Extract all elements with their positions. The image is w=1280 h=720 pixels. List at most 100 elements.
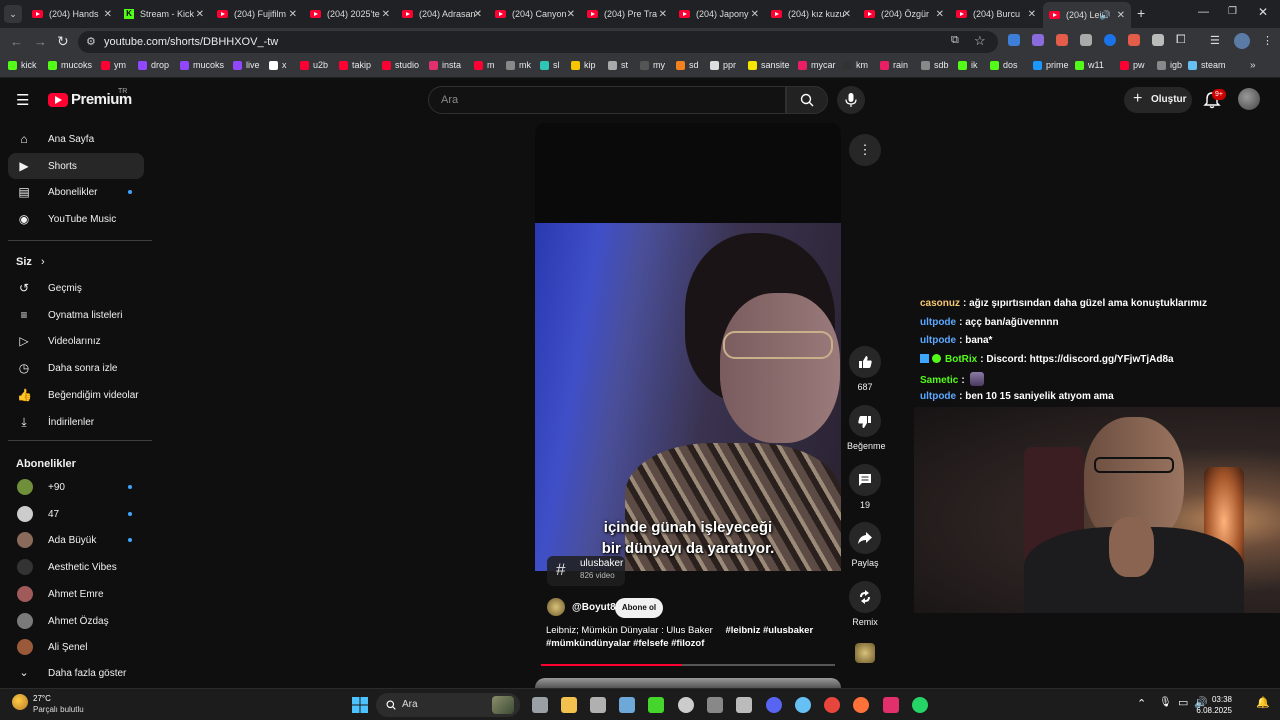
sidebar-item[interactable]: Aesthetic Vibes — [8, 554, 144, 580]
close-tab-icon[interactable]: ✕ — [104, 9, 112, 20]
bookmark-item[interactable]: rain — [880, 60, 908, 70]
browser-tab[interactable]: K Stream - Kick ✕ — [118, 4, 210, 24]
browser-tab[interactable]: (204) Lei 🔊 ✕ — [1043, 2, 1131, 28]
close-tab-icon[interactable]: ✕ — [567, 9, 575, 20]
sidebar-item[interactable]: ▤ Abonelikler — [8, 179, 144, 205]
video-progress-bar[interactable] — [541, 664, 835, 666]
chrome-icon[interactable] — [824, 697, 840, 713]
extension-icon[interactable] — [1008, 34, 1020, 46]
profile-avatar[interactable] — [1234, 33, 1250, 49]
close-tab-icon[interactable]: ✕ — [382, 9, 390, 20]
extension-icon[interactable] — [1056, 34, 1068, 46]
forward-icon[interactable]: → — [34, 34, 47, 49]
file-explorer-icon[interactable] — [561, 697, 577, 713]
bookmark-item[interactable]: prime — [1033, 60, 1069, 70]
back-icon[interactable]: ← — [10, 34, 23, 49]
guide-menu-icon[interactable]: ☰ — [16, 91, 29, 109]
browser-tab[interactable]: (204) 2025'te ✕ — [304, 4, 396, 24]
channel-avatar[interactable] — [547, 598, 565, 616]
network-icon[interactable]: ▭ — [1178, 696, 1188, 709]
close-tab-icon[interactable]: ✕ — [1117, 10, 1125, 21]
sidebar-item[interactable]: ⌂ Ana Sayfa — [8, 126, 144, 152]
you-section-header[interactable]: Siz › — [16, 256, 45, 268]
youtube-logo-icon[interactable] — [48, 93, 68, 107]
sidebar-item[interactable]: +90 — [8, 474, 144, 500]
sidebar-item[interactable]: ▶ Shorts — [8, 152, 144, 179]
razer-icon[interactable] — [648, 697, 664, 713]
video-title[interactable]: Leibniz; Mümkün Dünyalar : Ulus Baker #l… — [546, 624, 836, 650]
sidebar-item[interactable]: Ada Büyük — [8, 527, 144, 553]
browser-tab[interactable]: (204) Pre Tra ✕ — [581, 4, 673, 24]
bookmark-item[interactable]: kick — [8, 60, 37, 70]
bookmark-item[interactable]: igb — [1157, 60, 1182, 70]
share-button[interactable] — [849, 522, 881, 554]
start-button[interactable] — [352, 697, 368, 713]
taskbar-search-box[interactable]: Ara — [376, 693, 520, 717]
bookmark-item[interactable]: w11 — [1075, 60, 1104, 70]
extensions-puzzle-icon[interactable]: ⧠ — [1176, 32, 1186, 47]
steam-icon[interactable] — [795, 697, 811, 713]
app-icon[interactable] — [707, 697, 723, 713]
like-button[interactable] — [849, 346, 881, 378]
install-app-icon[interactable]: ⧉ — [951, 34, 959, 47]
minimize-button[interactable]: — — [1198, 6, 1209, 18]
bookmark-item[interactable]: km — [843, 60, 868, 70]
bookmark-item[interactable]: ppr — [710, 60, 736, 70]
close-window-button[interactable]: ✕ — [1258, 5, 1268, 19]
account-avatar[interactable] — [1238, 88, 1260, 110]
reload-icon[interactable]: ↻ — [57, 33, 69, 50]
close-tab-icon[interactable]: ✕ — [474, 9, 482, 20]
bookmark-item[interactable]: studio — [382, 60, 419, 70]
search-button[interactable] — [786, 86, 828, 114]
bookmark-star-icon[interactable]: ☆ — [974, 33, 986, 49]
close-tab-icon[interactable]: ✕ — [659, 9, 667, 20]
comment-button[interactable] — [849, 464, 881, 496]
bookmark-item[interactable]: ik — [958, 60, 978, 70]
bookmark-item[interactable]: pw — [1120, 60, 1145, 70]
more-options-button[interactable]: ⋮ — [849, 134, 881, 166]
extension-icon[interactable] — [1128, 34, 1140, 46]
browser-tab[interactable]: (204) Hands ✕ — [26, 4, 118, 24]
sidebar-item[interactable]: ◉ YouTube Music — [8, 206, 144, 232]
notification-center-icon[interactable]: 🔔 — [1256, 696, 1270, 709]
close-tab-icon[interactable]: ✕ — [289, 9, 297, 20]
remix-button[interactable] — [849, 581, 881, 613]
bookmark-item[interactable]: steam — [1188, 60, 1226, 70]
share-action[interactable]: Paylaş — [847, 522, 883, 568]
bookmark-item[interactable]: insta — [429, 60, 461, 70]
show-hidden-icons[interactable]: ⌃ — [1137, 697, 1146, 710]
sidebar-item[interactable]: 47 — [8, 501, 144, 527]
discord-icon[interactable] — [766, 697, 782, 713]
bookmark-item[interactable]: mucoks — [48, 60, 92, 70]
shorts-video-player[interactable]: içinde günah işleyeceği bir dünyayı da y… — [535, 223, 841, 571]
bookmark-item[interactable]: u2b — [300, 60, 328, 70]
maximize-button[interactable]: ❐ — [1228, 6, 1237, 17]
extension-icon[interactable] — [1080, 34, 1092, 46]
close-tab-icon[interactable]: ✕ — [196, 9, 204, 20]
bookmark-item[interactable]: kip — [571, 60, 596, 70]
bookmark-item[interactable]: mk — [506, 60, 531, 70]
subscribe-button[interactable]: Abone ol — [615, 598, 663, 618]
sidebar-item[interactable]: Ahmet Emre — [8, 581, 144, 607]
site-info-icon[interactable]: ⚙ — [86, 35, 96, 48]
bookmark-item[interactable]: ym — [101, 60, 126, 70]
new-tab-button[interactable]: + — [1137, 5, 1145, 21]
close-tab-icon[interactable]: ✕ — [936, 9, 944, 20]
weather-widget[interactable]: 27°C Parçalı bulutlu — [10, 692, 120, 718]
hashtag-chip[interactable]: # ulusbaker 826 video — [547, 556, 625, 586]
task-view-icon[interactable] — [532, 697, 548, 713]
dislike-button[interactable] — [849, 405, 881, 437]
bookmark-item[interactable]: st — [608, 60, 628, 70]
next-short-preview[interactable] — [535, 678, 841, 688]
close-tab-icon[interactable]: ✕ — [751, 9, 759, 20]
create-button[interactable]: + Oluştur — [1124, 87, 1192, 113]
address-bar[interactable]: ⚙ youtube.com/shorts/DBHHXOV_-tw ⧉ ☆ — [78, 31, 998, 53]
store-icon[interactable] — [590, 697, 606, 713]
bookmark-item[interactable]: sl — [540, 60, 560, 70]
sidebar-item[interactable]: 👍 Beğendiğim videolar — [8, 382, 144, 408]
microphone-tray-icon[interactable]: 🎙 — [1159, 697, 1172, 708]
bookmark-item[interactable]: drop — [138, 60, 169, 70]
whatsapp-icon[interactable] — [912, 697, 928, 713]
bookmark-item[interactable]: live — [233, 60, 260, 70]
browser-tab[interactable]: (204) Burcu ✕ — [950, 4, 1042, 24]
